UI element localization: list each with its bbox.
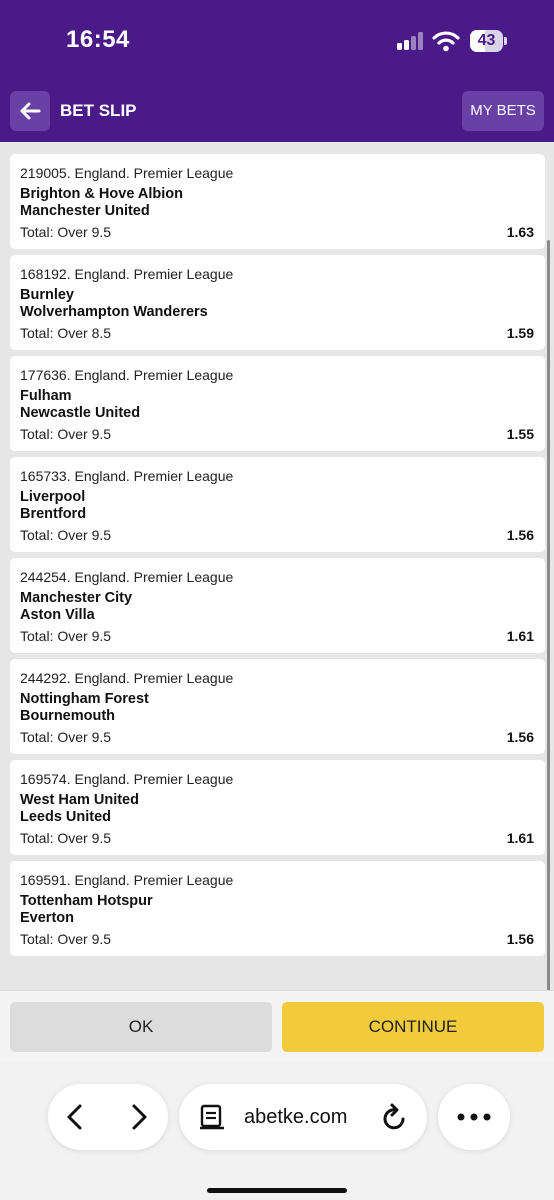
bet-away-team: Brentford	[20, 506, 87, 522]
bet-odds: 1.63	[506, 224, 534, 240]
bet-away-team: Manchester United	[20, 203, 150, 219]
bet-league: 165733. England. Premier League	[20, 468, 234, 484]
home-indicator	[207, 1188, 347, 1193]
url-text: abetke.com	[244, 1106, 348, 1128]
bet-home-team: Manchester City	[20, 590, 133, 606]
bet-odds: 1.61	[506, 628, 534, 644]
bet-market: Total: Over 9.5	[20, 729, 112, 745]
browser-forward-icon[interactable]	[128, 1103, 150, 1131]
browser-back-icon[interactable]	[64, 1103, 86, 1131]
back-arrow-icon	[20, 102, 41, 120]
bet-league: 168192. England. Premier League	[20, 266, 234, 282]
bet-odds: 1.55	[506, 426, 534, 442]
more-button[interactable]	[438, 1084, 510, 1150]
bet-home-team: Burnley	[20, 287, 74, 303]
bet-odds: 1.59	[506, 325, 534, 341]
ok-button[interactable]: OK	[10, 1002, 272, 1052]
my-bets-button[interactable]: MY BETS	[462, 91, 544, 131]
bet-home-team: Nottingham Forest	[20, 691, 149, 707]
bet-market: Total: Over 8.5	[20, 325, 112, 341]
address-bar[interactable]: abetke.com	[179, 1084, 427, 1150]
reader-mode-icon[interactable]	[199, 1104, 225, 1130]
bet-market: Total: Over 9.5	[20, 224, 112, 240]
action-bar: OK CONTINUE	[0, 990, 554, 1062]
bet-card[interactable]: 244292. England. Premier League Nottingh…	[10, 659, 545, 754]
bet-odds: 1.56	[506, 527, 534, 543]
bet-home-team: Liverpool	[20, 489, 86, 505]
bet-odds: 1.56	[506, 729, 534, 745]
back-button[interactable]	[10, 91, 50, 131]
bet-home-team: West Ham United	[20, 792, 139, 808]
bet-odds: 1.61	[506, 830, 534, 846]
bet-market: Total: Over 9.5	[20, 527, 112, 543]
bet-away-team: Aston Villa	[20, 607, 95, 623]
reload-icon[interactable]	[381, 1102, 409, 1132]
bet-league: 169591. England. Premier League	[20, 872, 234, 888]
more-icon	[457, 1113, 491, 1121]
bet-league: 219005. England. Premier League	[20, 165, 234, 181]
bet-away-team: Wolverhampton Wanderers	[20, 304, 208, 320]
bet-odds: 1.56	[506, 931, 534, 947]
bet-market: Total: Over 9.5	[20, 830, 112, 846]
app-header: 16:54 43 BET SLIP MY BETS	[0, 0, 554, 142]
bet-card[interactable]: 177636. England. Premier League Fulham N…	[10, 356, 545, 451]
wifi-icon	[432, 31, 460, 52]
signal-icon	[397, 32, 425, 50]
bet-card[interactable]: 168192. England. Premier League Burnley …	[10, 255, 545, 350]
bet-card[interactable]: 169574. England. Premier League West Ham…	[10, 760, 545, 855]
battery-icon: 43	[470, 30, 507, 52]
continue-button[interactable]: CONTINUE	[282, 1002, 544, 1052]
bet-list: 219005. England. Premier League Brighton…	[10, 154, 545, 962]
bet-home-team: Brighton & Hove Albion	[20, 186, 183, 202]
bet-away-team: Bournemouth	[20, 708, 116, 724]
bet-away-team: Newcastle United	[20, 405, 141, 421]
bet-league: 177636. England. Premier League	[20, 367, 234, 383]
bet-league: 244254. England. Premier League	[20, 569, 234, 585]
bet-card[interactable]: 219005. England. Premier League Brighton…	[10, 154, 545, 249]
bet-card[interactable]: 169591. England. Premier League Tottenha…	[10, 861, 545, 956]
bet-home-team: Tottenham Hotspur	[20, 893, 153, 909]
page-title: BET SLIP	[60, 101, 137, 120]
bet-league: 169574. England. Premier League	[20, 771, 234, 787]
bet-card[interactable]: 244254. England. Premier League Manchest…	[10, 558, 545, 653]
bet-market: Total: Over 9.5	[20, 931, 112, 947]
browser-nav-group	[48, 1084, 168, 1150]
bet-market: Total: Over 9.5	[20, 426, 112, 442]
scrollbar[interactable]	[547, 240, 550, 1120]
bet-away-team: Everton	[20, 910, 74, 926]
bet-market: Total: Over 9.5	[20, 628, 112, 644]
bet-away-team: Leeds United	[20, 809, 112, 825]
battery-level: 43	[477, 32, 496, 49]
bet-home-team: Fulham	[20, 388, 72, 404]
bet-league: 244292. England. Premier League	[20, 670, 234, 686]
bet-card[interactable]: 165733. England. Premier League Liverpoo…	[10, 457, 545, 552]
status-time: 16:54	[66, 26, 130, 53]
browser-toolbar: abetke.com	[0, 1062, 554, 1200]
